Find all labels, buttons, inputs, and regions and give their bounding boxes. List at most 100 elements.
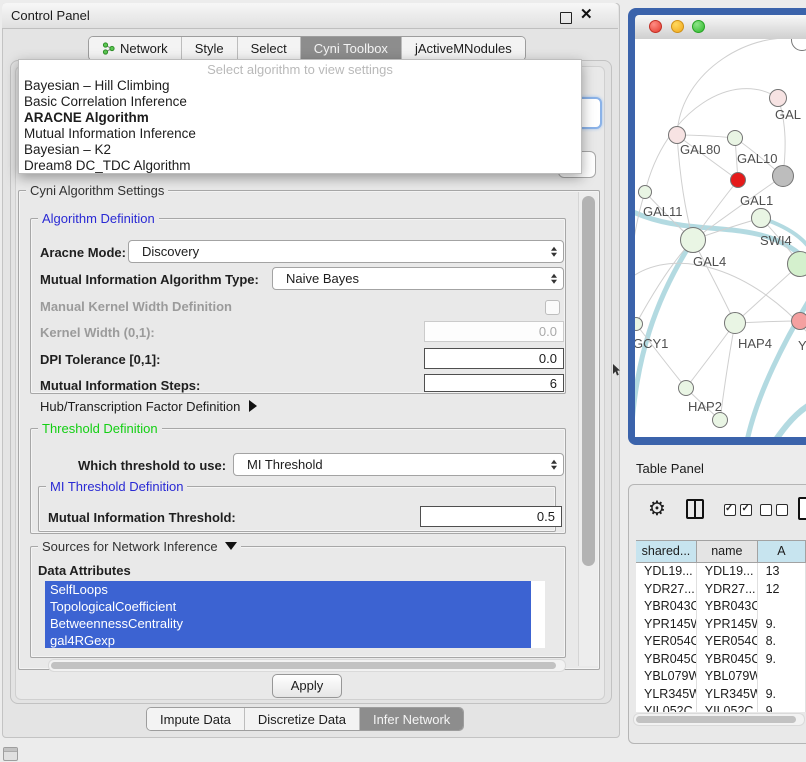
network-node-gal10[interactable] xyxy=(727,130,743,146)
attribute-item-selfloops[interactable]: SelfLoops xyxy=(45,581,531,598)
network-window-titlebar[interactable] xyxy=(635,15,806,40)
node-label-swi4: SWI4 xyxy=(760,233,792,248)
network-node[interactable] xyxy=(730,172,746,188)
network-node-gal[interactable] xyxy=(769,89,787,107)
table-header-row: shared...nameA xyxy=(636,540,806,563)
table-cell: YDL19... xyxy=(636,563,697,581)
table-cell: 8. xyxy=(758,633,806,651)
node-label-gal4: GAL4 xyxy=(693,254,726,269)
table-cell: YIL052C xyxy=(697,703,758,712)
mi-threshold-label: Mutual Information Threshold: xyxy=(48,510,236,525)
mi-algorithm-type-label: Mutual Information Algorithm Type: xyxy=(40,272,259,287)
table-row[interactable]: YLR345WYLR345W9. xyxy=(636,686,806,704)
table-cell: YER054C xyxy=(697,633,758,651)
table-row[interactable]: YBR045CYBR045C9. xyxy=(636,651,806,669)
table-cell: YIL052C xyxy=(636,703,697,712)
panel-corner-icon[interactable] xyxy=(3,747,18,761)
bottom-tab-impute-data[interactable]: Impute Data xyxy=(147,708,244,730)
checked-pair-icon[interactable] xyxy=(724,503,752,521)
column-header-name[interactable]: name xyxy=(697,541,758,562)
table-horizontal-scrollbar[interactable] xyxy=(633,713,805,726)
algorithm-option-basic-correlation-inference[interactable]: Basic Correlation Inference xyxy=(19,94,581,110)
bottom-tab-discretize-data[interactable]: Discretize Data xyxy=(244,708,359,730)
mi-steps-field[interactable]: 6 xyxy=(424,374,564,392)
attribute-item-topologicalcoefficient[interactable]: TopologicalCoefficient xyxy=(45,598,531,615)
close-icon[interactable]: ✕ xyxy=(580,5,593,23)
tab-jactivemnodules[interactable]: jActiveMNodules xyxy=(401,37,525,60)
table-row[interactable]: YBL079WYBL079W xyxy=(636,668,806,686)
kernel-width-field[interactable]: 0.0 xyxy=(424,321,564,342)
table-row[interactable]: YER054CYER054C8. xyxy=(636,633,806,651)
network-node[interactable] xyxy=(772,165,794,187)
data-attributes-label: Data Attributes xyxy=(38,563,131,578)
algorithm-option-mutual-information-inference[interactable]: Mutual Information Inference xyxy=(19,126,581,142)
close-traffic-light-icon[interactable] xyxy=(649,20,662,33)
which-threshold-select[interactable]: MI Threshold xyxy=(233,453,564,476)
table-row[interactable]: YDR27...YDR27...12 xyxy=(636,581,806,599)
settings-vertical-scrollbar[interactable] xyxy=(578,192,598,666)
apply-button[interactable]: Apply xyxy=(272,674,342,698)
network-tab-icon xyxy=(102,42,115,55)
dpi-tolerance-field[interactable]: 0.0 xyxy=(424,348,564,369)
float-window-icon[interactable] xyxy=(560,12,572,24)
manual-kernel-width-checkbox[interactable] xyxy=(545,300,560,315)
data-attributes-list[interactable]: SelfLoopsTopologicalCoefficientBetweenne… xyxy=(45,581,545,648)
network-node-y[interactable] xyxy=(791,312,806,330)
algorithm-option-dream8-dc-tdc-algorithm[interactable]: Dream8 DC_TDC Algorithm xyxy=(19,158,581,174)
table-row[interactable]: YPR145WYPR145W9. xyxy=(636,616,806,634)
zoom-traffic-light-icon[interactable] xyxy=(692,20,705,33)
table-cell: YDR27... xyxy=(636,581,697,599)
table-panel-title: Table Panel xyxy=(636,461,704,476)
threshold-definition-title: Threshold Definition xyxy=(38,421,162,436)
table-row[interactable]: YBR043CYBR043C xyxy=(636,598,806,616)
algorithm-dropdown: Select algorithm to view settings Bayesi… xyxy=(18,59,582,174)
table-cell: 9. xyxy=(758,616,806,634)
node-label-gal80: GAL80 xyxy=(680,142,720,157)
table-row[interactable]: YDL19...YDL19...13 xyxy=(636,563,806,581)
network-node[interactable] xyxy=(712,412,728,428)
gear-icon[interactable]: ⚙ xyxy=(648,496,666,521)
kernel-width-label: Kernel Width (0,1): xyxy=(40,325,155,340)
table-row[interactable]: YIL052CYIL052C9. xyxy=(636,703,806,712)
aracne-mode-select[interactable]: Discovery xyxy=(128,240,564,263)
network-node-gal4[interactable] xyxy=(680,227,706,253)
node-table[interactable]: shared...nameA YDL19...YDL19...13YDR27..… xyxy=(636,540,806,712)
mouse-cursor xyxy=(612,364,621,376)
tab-select[interactable]: Select xyxy=(237,37,300,60)
table-cell: YLR345W xyxy=(697,686,758,704)
hub-definition-expander[interactable]: Hub/Transcription Factor Definition xyxy=(40,399,257,414)
split-columns-icon[interactable] xyxy=(686,499,704,519)
bottom-tab-infer-network[interactable]: Infer Network xyxy=(359,708,463,730)
mi-threshold-field[interactable]: 0.5 xyxy=(420,506,562,527)
table-cell: YPR145W xyxy=(697,616,758,634)
algorithm-option-bayesian-k2[interactable]: Bayesian – K2 xyxy=(19,142,581,158)
sources-horizontal-scrollbar[interactable] xyxy=(48,659,566,672)
tab-style[interactable]: Style xyxy=(181,37,237,60)
mi-algorithm-type-select[interactable]: Naive Bayes xyxy=(272,267,564,290)
network-canvas[interactable]: GALGAL80GAL10GAL1GAL11GAL4SWI4GCY1HAP4YH… xyxy=(635,39,806,437)
table-cell: 12 xyxy=(758,581,806,599)
attribute-item-gal4rgexp[interactable]: gal4RGexp xyxy=(45,632,531,648)
table-cell: YBR043C xyxy=(636,598,697,616)
network-node-swi4[interactable] xyxy=(787,251,806,277)
column-header-shared-[interactable]: shared... xyxy=(636,541,697,562)
network-node-gal11[interactable] xyxy=(638,185,652,199)
sources-title[interactable]: Sources for Network Inference xyxy=(38,539,241,554)
tab-cyni-toolbox[interactable]: Cyni Toolbox xyxy=(300,37,401,60)
unchecked-pair-icon[interactable] xyxy=(760,503,788,521)
screen: Control Panel ✕ NetworkStyleSelectCyni T… xyxy=(0,0,806,762)
cyni-algorithm-settings-title: Cyni Algorithm Settings xyxy=(26,183,168,198)
tab-network[interactable]: Network xyxy=(89,37,181,60)
table-cell xyxy=(758,598,806,616)
file-icon[interactable] xyxy=(798,497,806,520)
attribute-item-betweennesscentrality[interactable]: BetweennessCentrality xyxy=(45,615,531,632)
collapse-down-icon xyxy=(225,542,237,550)
column-header-a[interactable]: A xyxy=(758,541,806,562)
network-node-hap2[interactable] xyxy=(678,380,694,396)
algorithm-option-bayesian-hill-climbing[interactable]: Bayesian – Hill Climbing xyxy=(19,78,581,94)
minimize-traffic-light-icon[interactable] xyxy=(671,20,684,33)
network-node-gal1[interactable] xyxy=(751,208,771,228)
table-cell: YBR043C xyxy=(697,598,758,616)
network-node-hap4[interactable] xyxy=(724,312,746,334)
algorithm-option-aracne-algorithm[interactable]: ARACNE Algorithm xyxy=(19,110,581,126)
